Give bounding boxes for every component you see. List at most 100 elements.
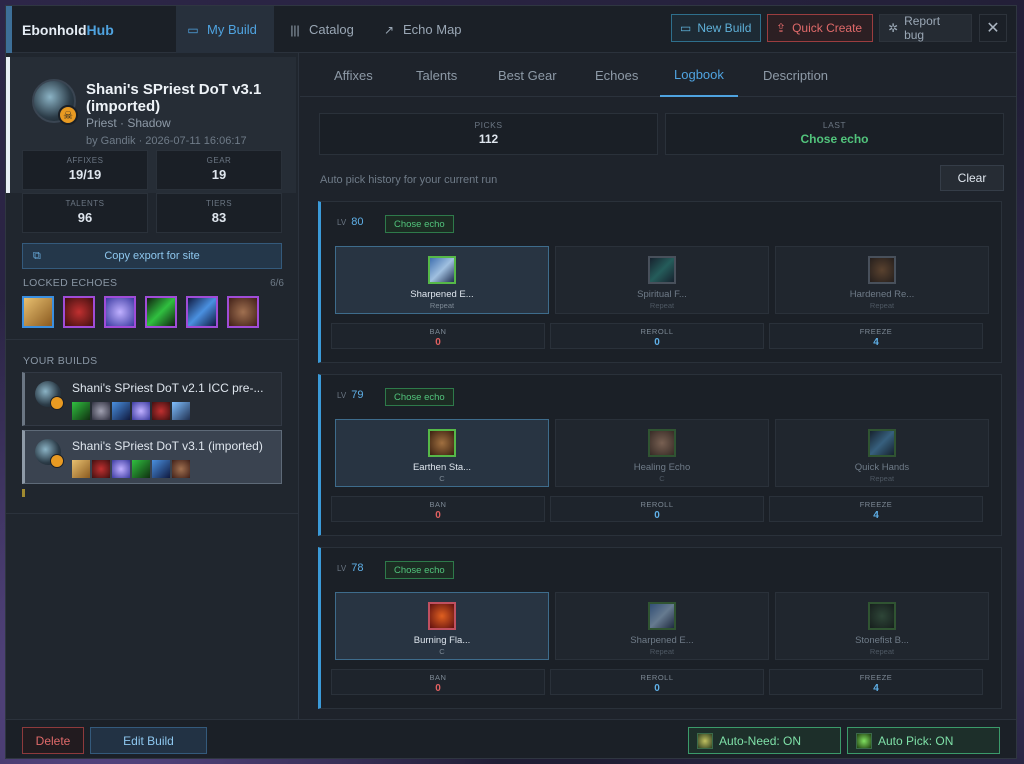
external-link-icon: ↗: [383, 22, 395, 37]
reroll-counter: REROLL 0: [550, 496, 764, 522]
ban-counter: BAN 0: [331, 496, 545, 522]
healing-echo-icon: [648, 429, 676, 457]
pick-icon: [856, 732, 872, 749]
build-list-item[interactable]: Shani's SPriest DoT v2.1 ICC pre-...: [22, 372, 282, 426]
avatar: [35, 381, 64, 410]
skull-icon: ☠: [58, 105, 78, 125]
auto-pick-label: Auto Pick: ON: [878, 733, 954, 748]
echo-sub: Repeat: [429, 301, 455, 310]
echo-choice-chosen[interactable]: Earthen Sta... C: [335, 419, 549, 487]
spirit-echo-icon: [648, 256, 676, 284]
locked-echoes-list: [22, 296, 259, 328]
build-title: Shani's SPriest DoT v3.1 (imported): [86, 81, 262, 115]
level-label: LV: [337, 390, 347, 400]
armor-echo-icon: [868, 256, 896, 284]
echo-choice[interactable]: Hardened Re... Repeat: [775, 246, 989, 314]
echo-choice-chosen[interactable]: Burning Fla... C: [335, 592, 549, 660]
echo-name: Burning Fla...: [413, 635, 471, 646]
sword-echo-icon: [428, 256, 456, 284]
echo-name: Stonefist B...: [855, 635, 909, 646]
freeze-label: FREEZE: [859, 500, 893, 509]
echo-name: Spiritual F...: [637, 289, 687, 300]
right-panel: Affixes Talents Best Gear Echoes Logbook…: [300, 53, 1016, 719]
echo-sub: Repeat: [869, 301, 895, 310]
close-icon: ✕: [986, 20, 1000, 37]
tab-affixes[interactable]: Affixes: [320, 53, 387, 97]
ban-label: BAN: [429, 500, 447, 509]
echo-tome-icon[interactable]: [22, 296, 54, 328]
tab-logbook[interactable]: Logbook: [660, 53, 738, 97]
echo-name: Healing Echo: [633, 462, 691, 473]
stat-label: TIERS: [205, 199, 233, 208]
echo-choice[interactable]: Quick Hands Repeat: [775, 419, 989, 487]
new-build-label: New Build: [697, 21, 752, 35]
reroll-label: REROLL: [640, 500, 674, 509]
echo-choice[interactable]: Stonefist B... Repeat: [775, 592, 989, 660]
stat-value: 19/19: [68, 167, 102, 182]
tab-best-gear[interactable]: Best Gear: [484, 53, 571, 97]
echo-choice[interactable]: Sharpened E... Repeat: [555, 592, 769, 660]
echo-mini-icon: [112, 402, 130, 420]
copy-export-label: Copy export for site: [104, 250, 200, 262]
logbook-entry: LV 80 Chose echo Sharpened E... Repeat S…: [318, 201, 1002, 363]
delete-button[interactable]: Delete: [22, 727, 84, 754]
level-indicator: LV 80: [337, 216, 363, 228]
picks-value: 112: [478, 132, 499, 146]
build-name: Shani's SPriest DoT v3.1 (imported): [72, 439, 263, 453]
auto-need-toggle[interactable]: Auto-Need: ON: [688, 727, 841, 754]
build-echo-icons: [72, 460, 190, 478]
edit-build-button[interactable]: Edit Build: [90, 727, 207, 754]
echo-sub: Repeat: [649, 647, 675, 656]
books-icon: |||: [290, 22, 300, 37]
echo-mini-icon: [112, 460, 130, 478]
last-summary: LAST Chose echo: [665, 113, 1004, 155]
picks-label: PICKS: [474, 120, 503, 130]
stat-label: AFFIXES: [66, 156, 104, 165]
dice-icon: [697, 732, 713, 749]
upload-icon: ⇪: [776, 21, 787, 35]
freeze-counter: FREEZE 4: [769, 323, 983, 349]
echo-choice[interactable]: Healing Echo C: [555, 419, 769, 487]
tab-my-build[interactable]: ▭ My Build: [176, 6, 274, 53]
stat-value: 96: [77, 210, 93, 225]
report-bug-label: Report bug: [904, 14, 941, 42]
auto-pick-toggle[interactable]: Auto Pick: ON: [847, 727, 1000, 754]
echo-mini-icon: [72, 460, 90, 478]
tab-catalog[interactable]: ||| Catalog: [278, 6, 364, 53]
status-badge: Chose echo: [385, 388, 454, 406]
echo-figure-icon[interactable]: [186, 296, 218, 328]
echo-sub: Repeat: [869, 647, 895, 656]
copy-icon: ⧉: [33, 249, 41, 262]
bottom-bar: Delete Edit Build Auto-Need: ON Auto Pic…: [6, 719, 1016, 758]
locked-echoes-count: 6/6: [270, 278, 284, 289]
echo-choice-chosen[interactable]: Sharpened E... Repeat: [335, 246, 549, 314]
tab-description[interactable]: Description: [749, 53, 842, 97]
ban-label: BAN: [429, 327, 447, 336]
brand-main: Ebonhold: [22, 21, 87, 38]
clear-button[interactable]: Clear: [940, 165, 1004, 191]
freeze-counter: FREEZE 4: [769, 496, 983, 522]
echo-beast-icon[interactable]: [227, 296, 259, 328]
level-label: LV: [337, 217, 347, 227]
copy-export-button[interactable]: ⧉ Copy export for site: [22, 243, 282, 269]
tab-label: Echo Map: [403, 22, 462, 37]
echo-mini-icon: [172, 460, 190, 478]
echo-spirit-icon[interactable]: [104, 296, 136, 328]
quick-create-button[interactable]: ⇪ Quick Create: [767, 14, 873, 42]
new-build-button[interactable]: ▭ New Build: [671, 14, 761, 42]
echo-mini-icon: [132, 402, 150, 420]
tab-echo-map[interactable]: ↗ Echo Map: [372, 6, 472, 53]
report-bug-button[interactable]: ✲ Report bug: [879, 14, 972, 42]
reroll-label: REROLL: [640, 673, 674, 682]
tab-echoes[interactable]: Echoes: [581, 53, 652, 97]
app-window: Ebonhold Hub ▭ My Build ||| Catalog ↗ Ech…: [5, 5, 1017, 759]
echo-choice[interactable]: Spiritual F... Repeat: [555, 246, 769, 314]
echo-crystal-icon[interactable]: [145, 296, 177, 328]
build-list-item-selected[interactable]: Shani's SPriest DoT v3.1 (imported): [22, 430, 282, 484]
echo-demon-icon[interactable]: [63, 296, 95, 328]
ban-value: 0: [435, 683, 441, 694]
freeze-label: FREEZE: [859, 327, 893, 336]
build-echo-icons: [72, 402, 190, 420]
close-button[interactable]: ✕: [979, 14, 1007, 42]
tab-talents[interactable]: Talents: [402, 53, 471, 97]
